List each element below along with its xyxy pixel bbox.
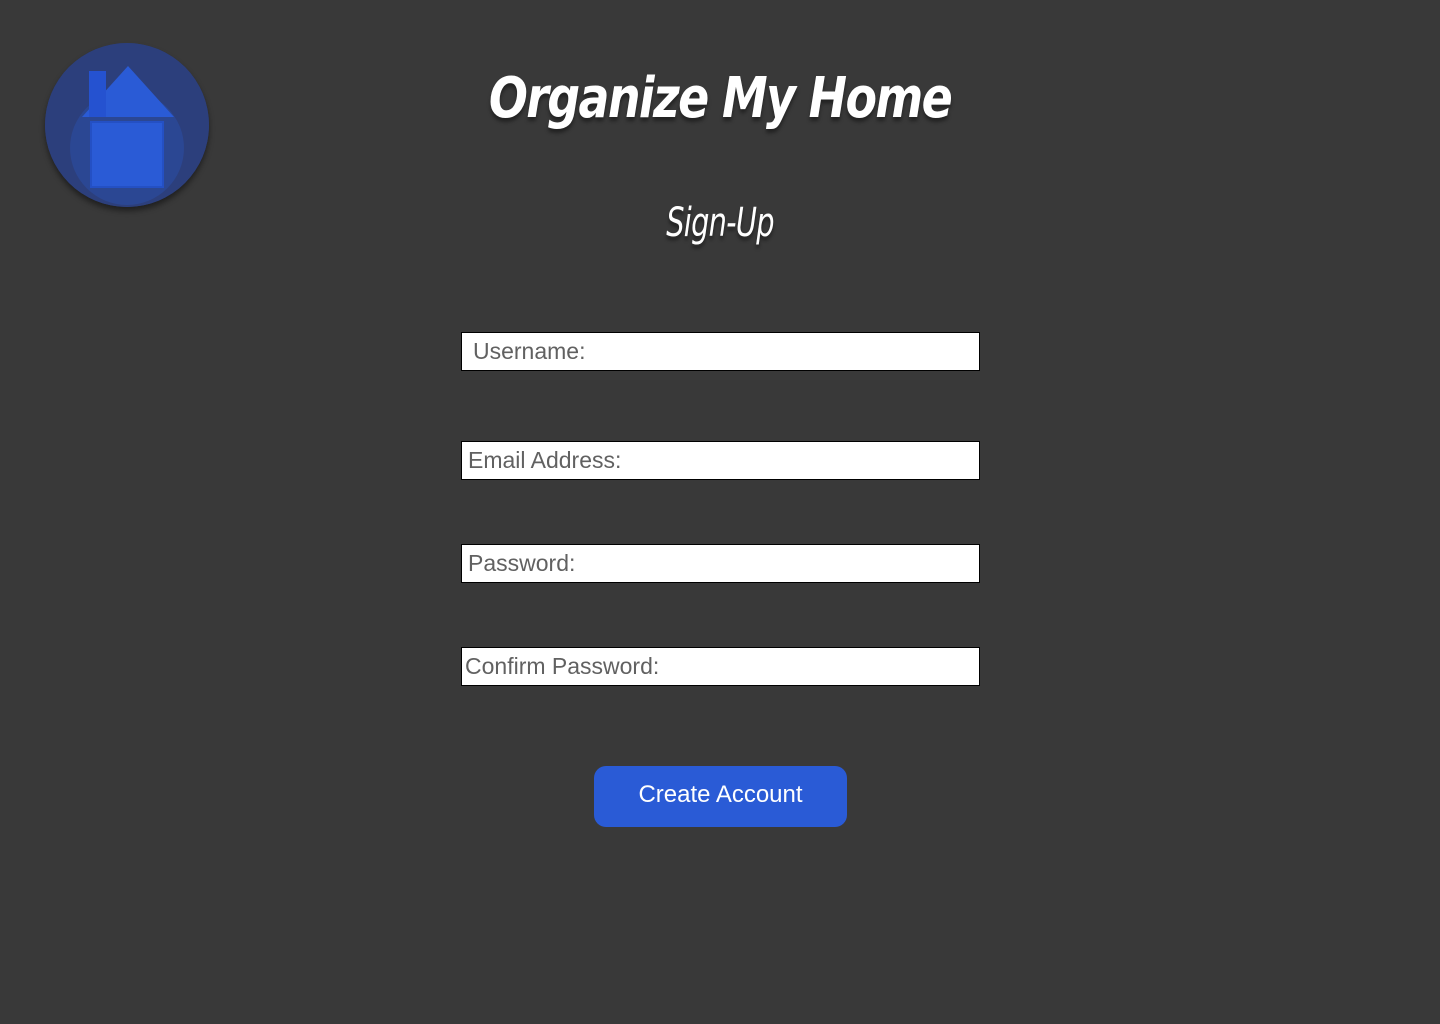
password-field[interactable] <box>461 544 980 583</box>
create-account-button[interactable]: Create Account <box>594 766 847 827</box>
confirm-password-field[interactable] <box>461 647 980 686</box>
app-title: Organize My Home <box>488 66 953 131</box>
page-title: Sign-Up <box>666 200 774 246</box>
email-field[interactable] <box>461 441 980 480</box>
username-field[interactable] <box>461 332 980 371</box>
